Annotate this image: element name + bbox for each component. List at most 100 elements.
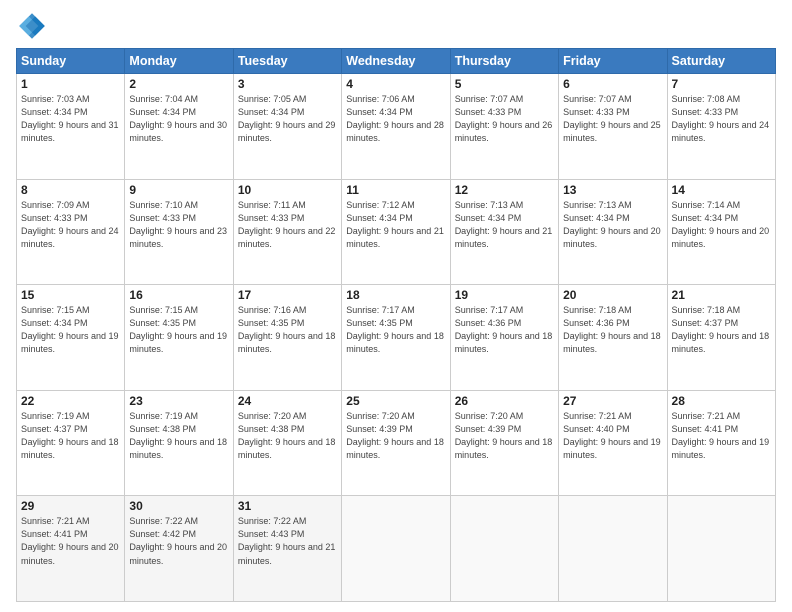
- day-detail: Sunrise: 7:21 AMSunset: 4:41 PMDaylight:…: [21, 515, 120, 567]
- day-number: 28: [672, 394, 771, 408]
- day-detail: Sunrise: 7:21 AMSunset: 4:41 PMDaylight:…: [672, 410, 771, 462]
- calendar-cell: 19 Sunrise: 7:17 AMSunset: 4:36 PMDayligh…: [450, 285, 558, 391]
- header-row: SundayMondayTuesdayWednesdayThursdayFrid…: [17, 49, 776, 74]
- header-day-monday: Monday: [125, 49, 233, 74]
- calendar-cell: 8Sunrise: 7:09 AMSunset: 4:33 PMDaylight…: [17, 179, 125, 285]
- calendar-cell: 26 Sunrise: 7:20 AMSunset: 4:39 PMDayligh…: [450, 390, 558, 496]
- day-number: 1: [21, 77, 120, 91]
- week-row-2: 8Sunrise: 7:09 AMSunset: 4:33 PMDaylight…: [17, 179, 776, 285]
- week-row-4: 22 Sunrise: 7:19 AMSunset: 4:37 PMDayligh…: [17, 390, 776, 496]
- day-number: 30: [129, 499, 228, 513]
- calendar-cell: 20Sunrise: 7:18 AMSunset: 4:36 PMDayligh…: [559, 285, 667, 391]
- calendar-cell: 5 Sunrise: 7:07 AMSunset: 4:33 PMDaylight…: [450, 74, 558, 180]
- day-detail: Sunrise: 7:17 AMSunset: 4:36 PMDaylight:…: [455, 304, 554, 356]
- day-number: 16: [129, 288, 228, 302]
- day-detail: Sunrise: 7:19 AMSunset: 4:37 PMDaylight:…: [21, 410, 120, 462]
- calendar-cell: 25 Sunrise: 7:20 AMSunset: 4:39 PMDayligh…: [342, 390, 450, 496]
- day-number: 27: [563, 394, 662, 408]
- day-number: 25: [346, 394, 445, 408]
- header: [16, 10, 776, 42]
- calendar-body: 1 Sunrise: 7:03 AMSunset: 4:34 PMDaylight…: [17, 74, 776, 602]
- day-detail: Sunrise: 7:03 AMSunset: 4:34 PMDaylight:…: [21, 93, 120, 145]
- calendar-cell: 10 Sunrise: 7:11 AMSunset: 4:33 PMDayligh…: [233, 179, 341, 285]
- calendar-cell: 30Sunrise: 7:22 AMSunset: 4:42 PMDayligh…: [125, 496, 233, 602]
- day-detail: Sunrise: 7:16 AMSunset: 4:35 PMDaylight:…: [238, 304, 337, 356]
- calendar-cell: 3 Sunrise: 7:05 AMSunset: 4:34 PMDaylight…: [233, 74, 341, 180]
- day-detail: Sunrise: 7:07 AMSunset: 4:33 PMDaylight:…: [455, 93, 554, 145]
- calendar-cell: 18 Sunrise: 7:17 AMSunset: 4:35 PMDayligh…: [342, 285, 450, 391]
- day-detail: Sunrise: 7:07 AMSunset: 4:33 PMDaylight:…: [563, 93, 662, 145]
- day-number: 21: [672, 288, 771, 302]
- day-detail: Sunrise: 7:04 AMSunset: 4:34 PMDaylight:…: [129, 93, 228, 145]
- calendar-cell: 22 Sunrise: 7:19 AMSunset: 4:37 PMDayligh…: [17, 390, 125, 496]
- calendar-cell: 2 Sunrise: 7:04 AMSunset: 4:34 PMDaylight…: [125, 74, 233, 180]
- day-number: 26: [455, 394, 554, 408]
- day-number: 23: [129, 394, 228, 408]
- day-number: 15: [21, 288, 120, 302]
- day-number: 31: [238, 499, 337, 513]
- day-number: 14: [672, 183, 771, 197]
- day-number: 6: [563, 77, 662, 91]
- day-number: 3: [238, 77, 337, 91]
- calendar-cell: [667, 496, 775, 602]
- day-detail: Sunrise: 7:17 AMSunset: 4:35 PMDaylight:…: [346, 304, 445, 356]
- calendar-cell: 15 Sunrise: 7:15 AMSunset: 4:34 PMDayligh…: [17, 285, 125, 391]
- day-number: 9: [129, 183, 228, 197]
- day-number: 17: [238, 288, 337, 302]
- week-row-1: 1 Sunrise: 7:03 AMSunset: 4:34 PMDaylight…: [17, 74, 776, 180]
- header-day-sunday: Sunday: [17, 49, 125, 74]
- calendar-cell: 23 Sunrise: 7:19 AMSunset: 4:38 PMDayligh…: [125, 390, 233, 496]
- day-detail: Sunrise: 7:06 AMSunset: 4:34 PMDaylight:…: [346, 93, 445, 145]
- calendar-cell: 11 Sunrise: 7:12 AMSunset: 4:34 PMDayligh…: [342, 179, 450, 285]
- day-number: 11: [346, 183, 445, 197]
- calendar-cell: 9 Sunrise: 7:10 AMSunset: 4:33 PMDaylight…: [125, 179, 233, 285]
- calendar-cell: 16 Sunrise: 7:15 AMSunset: 4:35 PMDayligh…: [125, 285, 233, 391]
- logo: [16, 10, 52, 42]
- day-number: 19: [455, 288, 554, 302]
- day-number: 12: [455, 183, 554, 197]
- calendar-cell: 1 Sunrise: 7:03 AMSunset: 4:34 PMDaylight…: [17, 74, 125, 180]
- day-number: 10: [238, 183, 337, 197]
- day-number: 8: [21, 183, 120, 197]
- calendar-cell: 7Sunrise: 7:08 AMSunset: 4:33 PMDaylight…: [667, 74, 775, 180]
- day-number: 20: [563, 288, 662, 302]
- calendar-cell: 31Sunrise: 7:22 AMSunset: 4:43 PMDayligh…: [233, 496, 341, 602]
- day-number: 13: [563, 183, 662, 197]
- calendar-cell: [559, 496, 667, 602]
- day-detail: Sunrise: 7:18 AMSunset: 4:37 PMDaylight:…: [672, 304, 771, 356]
- day-detail: Sunrise: 7:20 AMSunset: 4:39 PMDaylight:…: [455, 410, 554, 462]
- day-number: 24: [238, 394, 337, 408]
- day-detail: Sunrise: 7:08 AMSunset: 4:33 PMDaylight:…: [672, 93, 771, 145]
- day-detail: Sunrise: 7:12 AMSunset: 4:34 PMDaylight:…: [346, 199, 445, 251]
- header-day-wednesday: Wednesday: [342, 49, 450, 74]
- day-detail: Sunrise: 7:19 AMSunset: 4:38 PMDaylight:…: [129, 410, 228, 462]
- header-day-tuesday: Tuesday: [233, 49, 341, 74]
- logo-icon: [16, 10, 48, 42]
- header-day-thursday: Thursday: [450, 49, 558, 74]
- day-detail: Sunrise: 7:05 AMSunset: 4:34 PMDaylight:…: [238, 93, 337, 145]
- calendar-cell: 28 Sunrise: 7:21 AMSunset: 4:41 PMDayligh…: [667, 390, 775, 496]
- calendar-cell: 27Sunrise: 7:21 AMSunset: 4:40 PMDayligh…: [559, 390, 667, 496]
- day-detail: Sunrise: 7:14 AMSunset: 4:34 PMDaylight:…: [672, 199, 771, 251]
- calendar-cell: 6 Sunrise: 7:07 AMSunset: 4:33 PMDaylight…: [559, 74, 667, 180]
- header-day-saturday: Saturday: [667, 49, 775, 74]
- calendar-cell: 21 Sunrise: 7:18 AMSunset: 4:37 PMDayligh…: [667, 285, 775, 391]
- day-number: 5: [455, 77, 554, 91]
- calendar-header: SundayMondayTuesdayWednesdayThursdayFrid…: [17, 49, 776, 74]
- calendar-cell: 14 Sunrise: 7:14 AMSunset: 4:34 PMDayligh…: [667, 179, 775, 285]
- day-number: 22: [21, 394, 120, 408]
- week-row-5: 29Sunrise: 7:21 AMSunset: 4:41 PMDayligh…: [17, 496, 776, 602]
- day-detail: Sunrise: 7:15 AMSunset: 4:35 PMDaylight:…: [129, 304, 228, 356]
- day-detail: Sunrise: 7:10 AMSunset: 4:33 PMDaylight:…: [129, 199, 228, 251]
- day-detail: Sunrise: 7:13 AMSunset: 4:34 PMDaylight:…: [455, 199, 554, 251]
- calendar-cell: 24Sunrise: 7:20 AMSunset: 4:38 PMDayligh…: [233, 390, 341, 496]
- day-number: 2: [129, 77, 228, 91]
- calendar-cell: 13Sunrise: 7:13 AMSunset: 4:34 PMDayligh…: [559, 179, 667, 285]
- day-detail: Sunrise: 7:20 AMSunset: 4:39 PMDaylight:…: [346, 410, 445, 462]
- calendar-cell: 4Sunrise: 7:06 AMSunset: 4:34 PMDaylight…: [342, 74, 450, 180]
- day-detail: Sunrise: 7:11 AMSunset: 4:33 PMDaylight:…: [238, 199, 337, 251]
- calendar-cell: [342, 496, 450, 602]
- page: SundayMondayTuesdayWednesdayThursdayFrid…: [0, 0, 792, 612]
- day-detail: Sunrise: 7:15 AMSunset: 4:34 PMDaylight:…: [21, 304, 120, 356]
- day-number: 18: [346, 288, 445, 302]
